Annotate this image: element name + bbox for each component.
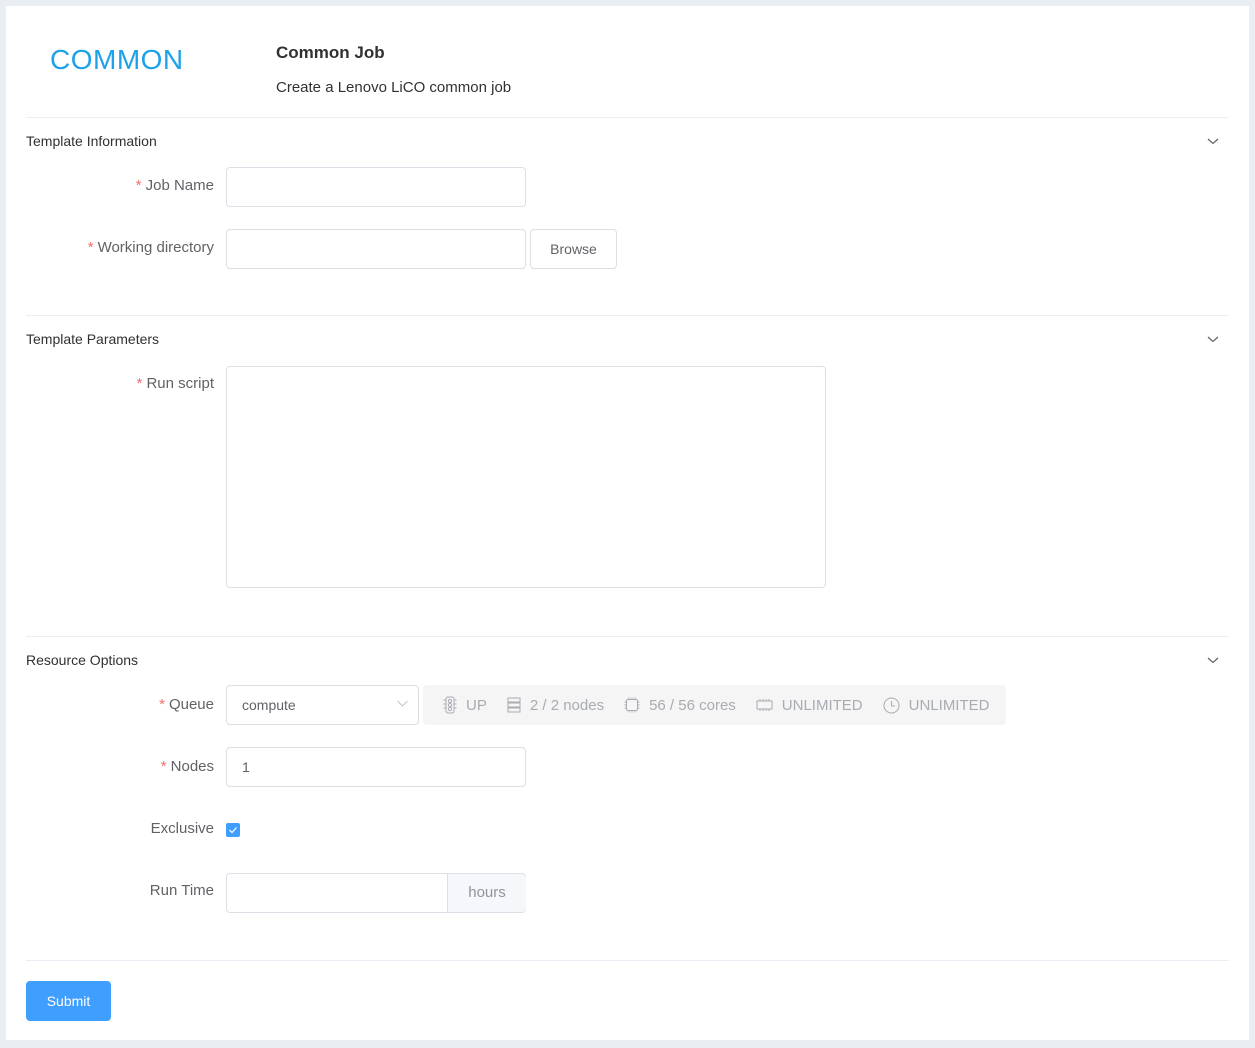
job-name-input[interactable] — [226, 167, 526, 207]
clock-icon — [883, 697, 900, 713]
run-time-input[interactable] — [227, 874, 447, 912]
chevron-down-icon[interactable] — [1207, 654, 1219, 666]
run-time-label: Run Time — [149, 882, 214, 899]
job-form-card: COMMON Common Job Create a Lenovo LiCO c… — [6, 6, 1249, 1040]
page-header: COMMON Common Job Create a Lenovo LiCO c… — [26, 6, 1229, 118]
queue-state: UP — [443, 696, 487, 714]
queue-selected-value: compute — [242, 697, 296, 713]
cpu-icon — [624, 697, 640, 713]
job-name-label: * Job Name — [135, 177, 214, 194]
section-title: Template Parameters — [26, 331, 160, 347]
page-subtitle: Create a Lenovo LiCO common job — [276, 79, 512, 96]
working-directory-input[interactable] — [226, 229, 526, 269]
template-logo: COMMON — [50, 44, 184, 75]
browse-button[interactable]: Browse — [530, 229, 617, 269]
section-title: Template Information — [26, 133, 157, 149]
queue-walltime: UNLIMITED — [883, 697, 989, 714]
working-directory-label: * Working directory — [87, 239, 214, 256]
nodes-label: * Nodes — [160, 758, 214, 775]
chevron-down-icon[interactable] — [1207, 135, 1219, 147]
memory-icon — [756, 699, 773, 711]
nodes-input[interactable]: 1 — [226, 747, 526, 787]
queue-label: * Queue — [159, 696, 214, 713]
run-script-label: * Run script — [136, 375, 214, 392]
traffic-light-icon — [443, 696, 457, 714]
section-title: Resource Options — [26, 652, 139, 668]
divider — [26, 960, 1229, 961]
queue-nodes: 2 / 2 nodes — [507, 697, 604, 714]
queue-memory: UNLIMITED — [756, 697, 863, 714]
exclusive-label: Exclusive — [150, 820, 214, 837]
chevron-down-icon — [397, 700, 408, 707]
run-time-unit: hours — [447, 874, 526, 912]
queue-select[interactable]: compute — [226, 685, 419, 725]
divider — [26, 636, 1229, 637]
run-script-textarea[interactable] — [226, 366, 826, 588]
section-template-parameters[interactable]: Template Parameters — [26, 331, 1229, 351]
exclusive-checkbox[interactable] — [226, 823, 240, 837]
queue-cores: 56 / 56 cores — [624, 697, 736, 714]
section-template-information[interactable]: Template Information — [26, 133, 1229, 153]
section-resource-options[interactable]: Resource Options — [26, 652, 1229, 672]
run-time-input-group: hours — [226, 873, 526, 913]
submit-button[interactable]: Submit — [26, 981, 111, 1021]
chevron-down-icon[interactable] — [1207, 333, 1219, 345]
server-icon — [507, 697, 521, 713]
page-title: Common Job — [276, 43, 385, 62]
divider — [26, 315, 1229, 316]
check-icon — [229, 827, 237, 834]
queue-info-bar: UP 2 / 2 nodes 56 / 56 cores UNLIMITED U… — [423, 685, 1006, 725]
